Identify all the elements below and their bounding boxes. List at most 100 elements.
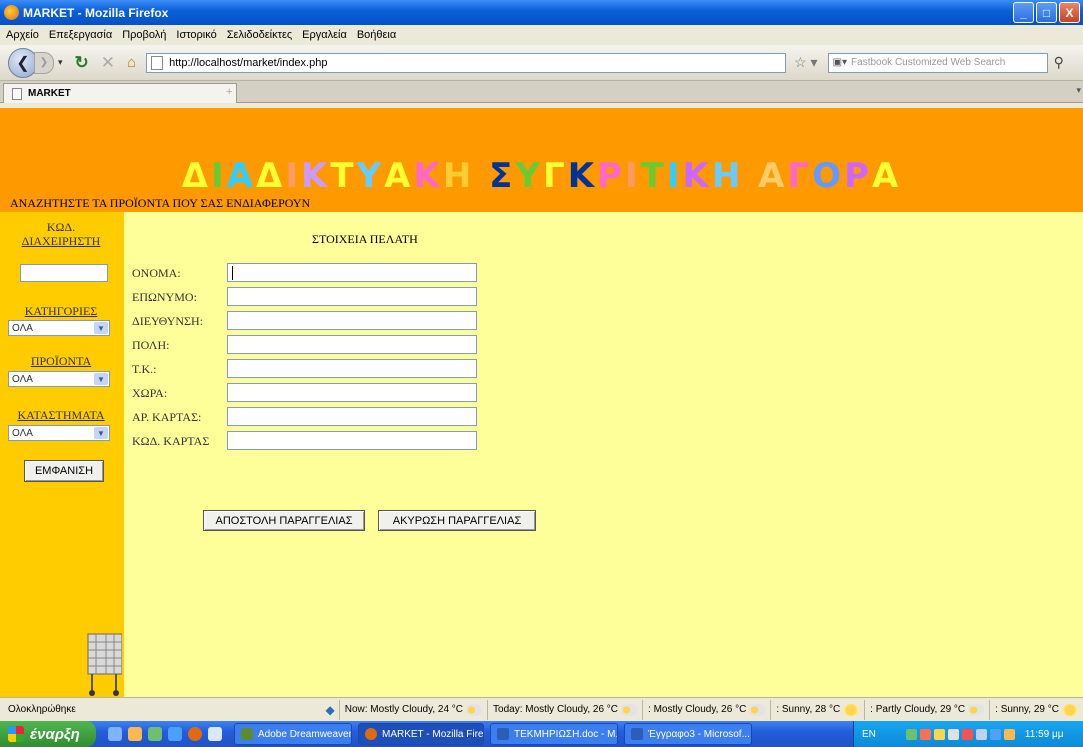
search-engine-icon[interactable]: ▣▾ xyxy=(833,57,847,68)
menu-bar: Αρχείο Επεξεργασία Προβολή Ιστορικό Σελι… xyxy=(0,25,1083,45)
admin-code-input[interactable] xyxy=(20,264,108,282)
task-firefox[interactable]: MARKET - Mozilla Fire... xyxy=(358,723,484,745)
weather-today-text: Today: Mostly Cloudy, 26 °C xyxy=(493,704,619,715)
firefox-icon[interactable] xyxy=(188,727,202,741)
chevron-down-icon[interactable]: ▼ xyxy=(94,427,108,439)
menu-view[interactable]: Προβολή xyxy=(122,29,166,41)
home-icon[interactable]: ⌂ xyxy=(127,54,136,71)
card-code-input[interactable] xyxy=(227,431,477,450)
close-button[interactable]: X xyxy=(1059,2,1080,23)
history-dropdown-icon[interactable]: ▾ xyxy=(58,57,63,68)
stores-select[interactable]: ΟΛΑ ▼ xyxy=(8,425,110,441)
page-icon xyxy=(151,55,164,70)
site-header: ΔΙΑΔΙΚΤΥΑΚΗ ΣΥΓΚΡΙΤΙΚΗ ΑΓΟΡΑ ΑΝΑΖΗΤΗΣΤΕ … xyxy=(0,108,1083,212)
weather-today[interactable]: Today: Mostly Cloudy, 26 °C xyxy=(487,699,642,720)
tray-icon[interactable] xyxy=(1003,728,1015,740)
menu-help[interactable]: Βοήθεια xyxy=(357,29,396,41)
cloud-sun-icon xyxy=(621,703,638,716)
chevron-down-icon[interactable]: ▼ xyxy=(94,322,108,334)
subheading: ΑΝΑΖΗΤΗΣΤΕ ΤΑ ΠΡΟΪΟΝΤΑ ΠΟΥ ΣΑΣ ΕΝΔΙΑΦΕΡΟ… xyxy=(10,196,311,210)
menu-bookmarks[interactable]: Σελιδοδείκτες xyxy=(227,29,292,41)
banner-letter: Ι xyxy=(666,156,683,196)
search-icon[interactable]: ⚲ xyxy=(1054,54,1064,71)
country-label: ΧΩΡΑ: xyxy=(132,386,168,400)
weather-day-4[interactable]: : Sunny, 28 °C xyxy=(770,699,864,720)
first-name-input[interactable] xyxy=(227,263,477,282)
first-name-label: ΟΝΟΜΑ: xyxy=(132,266,181,280)
tray-icon[interactable] xyxy=(961,728,973,740)
shopping-cart-icon xyxy=(87,633,122,696)
last-name-input[interactable] xyxy=(227,287,477,306)
stop-icon[interactable]: ✕ xyxy=(101,53,115,73)
show-desktop-icon[interactable] xyxy=(108,727,122,741)
search-box[interactable]: ▣▾ Fastbook Customized Web Search xyxy=(827,52,1048,73)
reload-icon[interactable]: ↻ xyxy=(75,53,89,73)
postal-code-input[interactable] xyxy=(227,359,477,378)
categories-select[interactable]: ΟΛΑ ▼ xyxy=(8,320,110,336)
weather-forecast: Now: Mostly Cloudy, 24 °C Today: Mostly … xyxy=(338,699,1083,720)
banner-letter: Κ xyxy=(300,156,331,196)
country-input[interactable] xyxy=(227,383,477,402)
minimize-button[interactable]: _ xyxy=(1013,2,1034,23)
app-icon[interactable] xyxy=(148,727,162,741)
media-icon[interactable] xyxy=(128,727,142,741)
banner-letter: Γ xyxy=(543,156,568,196)
city-input[interactable] xyxy=(227,335,477,354)
url-bar[interactable]: http://localhost/market/index.php xyxy=(146,52,787,73)
language-indicator[interactable]: EN xyxy=(862,729,876,740)
task-word-doc-3[interactable]: Έγγραφο3 - Microsof... xyxy=(624,723,752,745)
menu-tools[interactable]: Εργαλεία xyxy=(302,29,347,41)
city-label: ΠΟΛΗ: xyxy=(132,338,170,352)
tray-icon[interactable] xyxy=(947,728,959,740)
menu-file[interactable]: Αρχείο xyxy=(6,29,39,41)
banner-letter: Α xyxy=(226,156,256,196)
task-word-doc[interactable]: ΤΕΚΜΗΡΙΩΣΗ.doc - M... xyxy=(490,723,618,745)
weather-now[interactable]: Now: Mostly Cloudy, 24 °C xyxy=(338,699,487,720)
word-icon xyxy=(631,728,643,740)
address-input[interactable] xyxy=(227,311,477,330)
maximize-button[interactable]: □ xyxy=(1036,2,1057,23)
tab-label: MARKET xyxy=(28,88,71,99)
card-number-input[interactable] xyxy=(227,407,477,426)
weather-extension-icon[interactable]: ◆ xyxy=(326,703,335,717)
start-button[interactable]: έναρξη xyxy=(0,721,96,747)
firefox-icon xyxy=(4,5,19,20)
categories-value: ΟΛΑ xyxy=(12,322,33,334)
chevron-down-icon[interactable]: ▼ xyxy=(94,373,108,385)
tab-list-icon[interactable]: ▾ xyxy=(1076,85,1081,96)
products-label: ΠΡΟΪΟΝΤΑ xyxy=(30,354,92,368)
bookmark-star-icon[interactable]: ☆ ▾ xyxy=(794,54,817,71)
weather-day-6[interactable]: : Sunny, 29 °C xyxy=(989,699,1083,720)
navigation-toolbar: ❮ ❯ ▾ ↻ ✕ ⌂ http://localhost/market/inde… xyxy=(0,45,1083,81)
cancel-order-button[interactable]: ΑΚΥΡΩΣΗ ΠΑΡΑΓΓΕΛΙΑΣ xyxy=(378,510,536,531)
new-tab-button[interactable]: + xyxy=(226,86,232,98)
internet-explorer-icon[interactable] xyxy=(168,727,182,741)
tray-icon[interactable] xyxy=(989,728,1001,740)
task-label: MARKET - Mozilla Fire... xyxy=(382,728,484,740)
weather-day-3[interactable]: : Mostly Cloudy, 26 °C xyxy=(642,699,770,720)
tray-icon[interactable] xyxy=(919,728,931,740)
menu-history[interactable]: Ιστορικό xyxy=(176,29,216,41)
products-select[interactable]: ΟΛΑ ▼ xyxy=(8,371,110,387)
tab-market[interactable]: MARKET xyxy=(3,83,237,103)
show-button[interactable]: ΕΜΦΑΝΙΣΗ xyxy=(24,460,104,482)
app-icon[interactable] xyxy=(208,727,222,741)
task-dreamweaver[interactable]: Adobe Dreamweaver ... xyxy=(234,723,352,745)
forward-button[interactable]: ❯ xyxy=(34,51,54,74)
task-label: Adobe Dreamweaver ... xyxy=(258,728,352,740)
tray-icon[interactable] xyxy=(905,728,917,740)
banner-letter: Α xyxy=(384,156,414,196)
submit-order-button[interactable]: ΑΠΟΣΤΟΛΗ ΠΑΡΑΓΓΕΛΙΑΣ xyxy=(203,510,365,531)
card-code-label: ΚΩΔ. ΚΑΡΤΑΣ xyxy=(132,434,210,448)
word-icon xyxy=(497,728,509,740)
tray-icon[interactable] xyxy=(975,728,987,740)
tray-icon[interactable] xyxy=(933,728,945,740)
cloud-sun-icon xyxy=(749,703,766,716)
weather-day-4-text: : Sunny, 28 °C xyxy=(776,704,841,715)
sidebar: ΚΩΔ. ΔΙΑΧΕΙΡΗΣΤΗ ΚΑΤΗΓΟΡΙΕΣ ΟΛΑ ▼ ΠΡΟΪΟΝ… xyxy=(0,212,124,697)
weather-day-5[interactable]: : Partly Cloudy, 29 °C xyxy=(864,699,989,720)
menu-edit[interactable]: Επεξεργασία xyxy=(49,29,112,41)
admin-code-label-2: ΔΙΑΧΕΙΡΗΣΤΗ xyxy=(21,234,101,248)
banner-letter: Α xyxy=(758,156,788,196)
banner-letter: Η xyxy=(711,156,744,196)
